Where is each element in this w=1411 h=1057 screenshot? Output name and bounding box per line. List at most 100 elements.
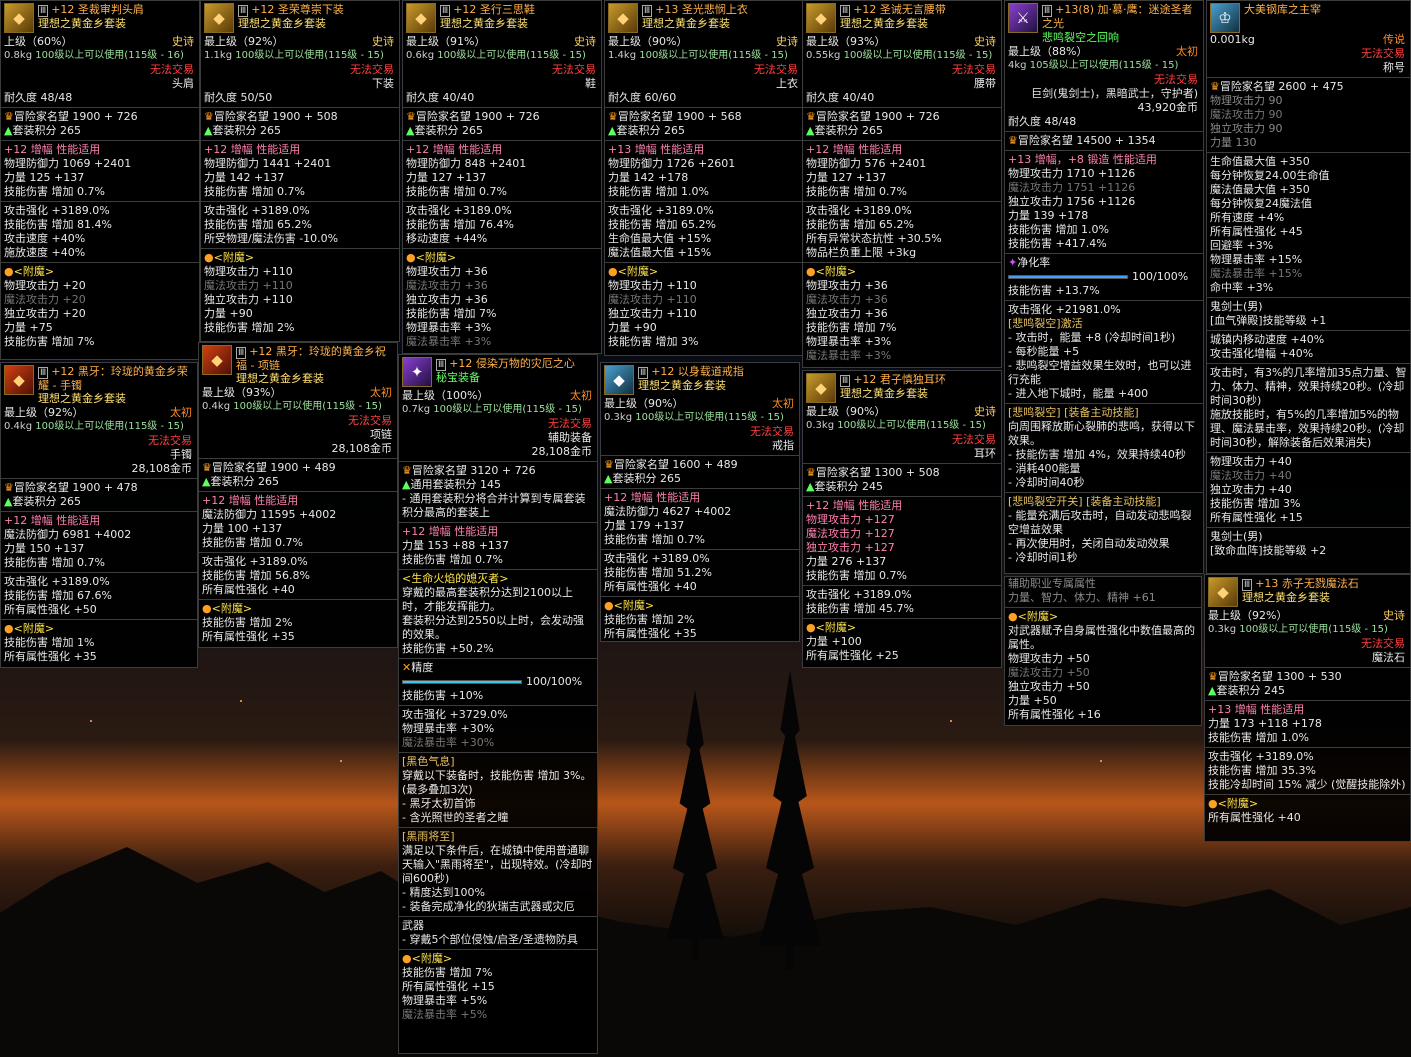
item-rank: 最上级（93%） 太初 xyxy=(202,386,392,399)
adventurer-fame: ♛冒险家名望 1600 + 489 xyxy=(604,458,738,471)
stat-line: 所有速度 +4% xyxy=(1210,211,1285,224)
item-name: 大美钢库之主宰 xyxy=(1244,3,1321,16)
item-price: 43,920金币 xyxy=(1137,101,1199,114)
stat-line: 技能伤害 增加 1.0% xyxy=(1208,731,1309,744)
shoes-icon[interactable]: ◆ xyxy=(406,3,436,33)
item-set: 理想之黄金乡套装 xyxy=(236,372,324,385)
coat-icon[interactable]: ◆ xyxy=(608,3,638,33)
skill-line: 向周围释放斯心裂肺的悲鸣，获得以下效果。 xyxy=(1008,420,1195,447)
item-rank: 最上级（88%） 太初 xyxy=(1008,45,1198,58)
skill-title: [悲鸣裂空开关] [装备主动技能] xyxy=(1008,495,1161,508)
stat-line: 魔法攻击力 +20 xyxy=(4,293,86,306)
item-rank: 最上级（90%） 太初 xyxy=(604,397,794,410)
stat-line: 所有属性强化 +40 xyxy=(202,583,295,596)
set-score: ▲套装积分 265 xyxy=(202,475,279,488)
item-slot: 手镯 xyxy=(170,448,192,461)
stat-line: 力量 +90 xyxy=(204,307,253,320)
stat-line: 城镇内移动速度 +40% xyxy=(1210,333,1325,346)
proc-line: 施放技能时，有5%的几率增加5%的物理、魔法暴击率，效果持续20秒。(冷却时间3… xyxy=(1210,408,1405,449)
item-durability: 耐久度 48/48 xyxy=(1008,115,1077,128)
enchant-title: ●<附魔> xyxy=(4,265,55,278)
item-name: Ⅲ +13 赤子无戮魔法石 xyxy=(1242,577,1359,591)
enchant-title: ●<附魔> xyxy=(406,251,457,264)
stat-line: 攻击强化 +3189.0% xyxy=(806,588,912,601)
stat-line: 物理暴击率 +5% xyxy=(402,994,488,1007)
skill-line: - 冷却时间40秒 xyxy=(1008,476,1085,489)
set-score: ▲套装积分 265 xyxy=(806,124,883,137)
enchant-title: ●<附魔> xyxy=(202,602,253,615)
enchant-title: ●<附魔> xyxy=(402,952,453,965)
item-tooltip: ◆ Ⅲ +13 圣光悲悯上衣 理想之黄金乡套装 最上级（90%） 史诗 1.4kg … xyxy=(604,0,804,356)
ring-icon[interactable]: ◆ xyxy=(604,365,634,395)
stat-line: 独立攻击力 +110 xyxy=(204,293,293,306)
item-name: Ⅲ +12 圣行三思鞋 xyxy=(440,3,535,17)
helmet-icon[interactable]: ◆ xyxy=(4,3,34,33)
stat-line: 物理攻击力 +36 xyxy=(406,265,488,278)
item-requirement: 0.3kg 100级以上可以使用(115级 - 15) xyxy=(806,420,986,431)
pine-tree xyxy=(666,690,724,960)
enchant-title: ●<附魔> xyxy=(1008,610,1059,623)
stat-line: 力量 150 +137 xyxy=(4,542,85,555)
tooltip-title: ♔ 大美钢库之主宰 0.001kg 传说 无法交易 称号 ♛冒险家名望 2600 … xyxy=(1206,0,1411,574)
stat-line: 魔法防御力 4627 +4002 xyxy=(604,505,732,518)
weapon-desc: - 穿戴5个部位侵蚀/启圣/圣遗物防具 xyxy=(402,933,578,946)
stat-line: 技能伤害 增加 1% xyxy=(4,636,95,649)
stat-line: 攻击强化 +3189.0% xyxy=(806,204,912,217)
stat-line: 魔法攻击力 +127 xyxy=(806,527,895,540)
item-set: 理想之黄金乡套装 xyxy=(642,17,730,30)
item-durability: 耐久度 40/40 xyxy=(406,91,475,104)
stat-line: 物理暴击率 +3% xyxy=(406,321,492,334)
precision-bar: 100/100% xyxy=(402,675,594,689)
item-rank: 最上级（92%） 史诗 xyxy=(204,35,394,48)
stat-line: 技能伤害 增加 1.0% xyxy=(608,185,709,198)
stat-line: 命中率 +3% xyxy=(1210,281,1274,294)
sword-icon[interactable]: ⚔ xyxy=(1008,3,1038,33)
item-tooltip: ◆ Ⅲ +12 圣荣尊崇下装 理想之黄金乡套装 最上级（92%） 史诗 1.1kg … xyxy=(200,0,400,342)
stat-line: 技能伤害 增加 65.2% xyxy=(608,218,716,231)
stat-line: 技能伤害 +50.2% xyxy=(402,642,494,655)
set-score: ▲套装积分 265 xyxy=(608,124,685,137)
stat-line: 力量 +90 xyxy=(608,321,657,334)
belt-icon[interactable]: ◆ xyxy=(806,3,836,33)
stat-line: 技能伤害 增加 0.7% xyxy=(204,185,305,198)
stat-line: 魔法攻击力 +36 xyxy=(806,293,888,306)
black-rain-item: - 精度达到100% xyxy=(402,886,485,899)
stat-line: 魔法攻击力 +50 xyxy=(1008,666,1090,679)
set-score: ▲套装积分 265 xyxy=(204,124,281,137)
magicstone-icon[interactable]: ◆ xyxy=(1208,577,1238,607)
stat-line: 攻击强化 +3729.0% xyxy=(402,708,508,721)
item-slot: 耳环 xyxy=(974,447,996,460)
black-breath-title: [黑色气息] xyxy=(402,755,455,768)
trade-status: 无法交易 xyxy=(952,433,996,446)
stat-line: 所有属性强化 +25 xyxy=(806,649,899,662)
stat-line: 所有属性强化 +45 xyxy=(1210,225,1303,238)
stat-line: 物理防御力 1069 +2401 xyxy=(4,157,132,170)
stat-line: 力量 125 +137 xyxy=(4,171,85,184)
stat-line: 所受物理/魔法伤害 -10.0% xyxy=(204,232,339,245)
item-requirement: 0.6kg 100级以上可以使用(115级 - 15) xyxy=(406,50,586,61)
pants-icon[interactable]: ◆ xyxy=(204,3,234,33)
item-requirement: 0.4kg 100级以上可以使用(115级 - 15) xyxy=(202,401,382,412)
stat-line: 魔法攻击力 +110 xyxy=(608,293,697,306)
stat-line: 物理攻击力 1710 +1126 xyxy=(1008,167,1136,180)
stat-line: +12 增幅 性能适用 xyxy=(204,143,301,156)
stat-line: 力量 142 +137 xyxy=(204,171,285,184)
item-price: 28,108金币 xyxy=(531,445,593,458)
earring-icon[interactable]: ◆ xyxy=(806,373,836,403)
item-name: Ⅲ +12 黑牙：玲珑的黄金乡荣耀 - 手镯 xyxy=(38,365,188,392)
stat-line: 回避率 +3% xyxy=(1210,239,1274,252)
necklace-icon[interactable]: ◆ xyxy=(202,345,232,375)
stat-line: 技能伤害 增加 51.2% xyxy=(604,566,712,579)
item-name: Ⅲ +13 圣光悲悯上衣 xyxy=(642,3,748,17)
heart-icon[interactable]: ✦ xyxy=(402,357,432,387)
enchant-title: ●<附魔> xyxy=(806,621,857,634)
stat-line: 技能伤害 +13.7% xyxy=(1008,284,1100,297)
crown-icon[interactable]: ♔ xyxy=(1210,3,1240,33)
stat-line: 独立攻击力 1756 +1126 xyxy=(1008,195,1136,208)
stat-line: 施放速度 +40% xyxy=(4,246,86,259)
stat-line: 力量 142 +178 xyxy=(608,171,689,184)
bracelet-icon[interactable]: ◆ xyxy=(4,365,34,395)
firefly xyxy=(1100,760,1102,762)
adventurer-fame: ♛冒险家名望 1900 + 478 xyxy=(4,481,138,494)
stat-line: 物理防御力 576 +2401 xyxy=(806,157,927,170)
